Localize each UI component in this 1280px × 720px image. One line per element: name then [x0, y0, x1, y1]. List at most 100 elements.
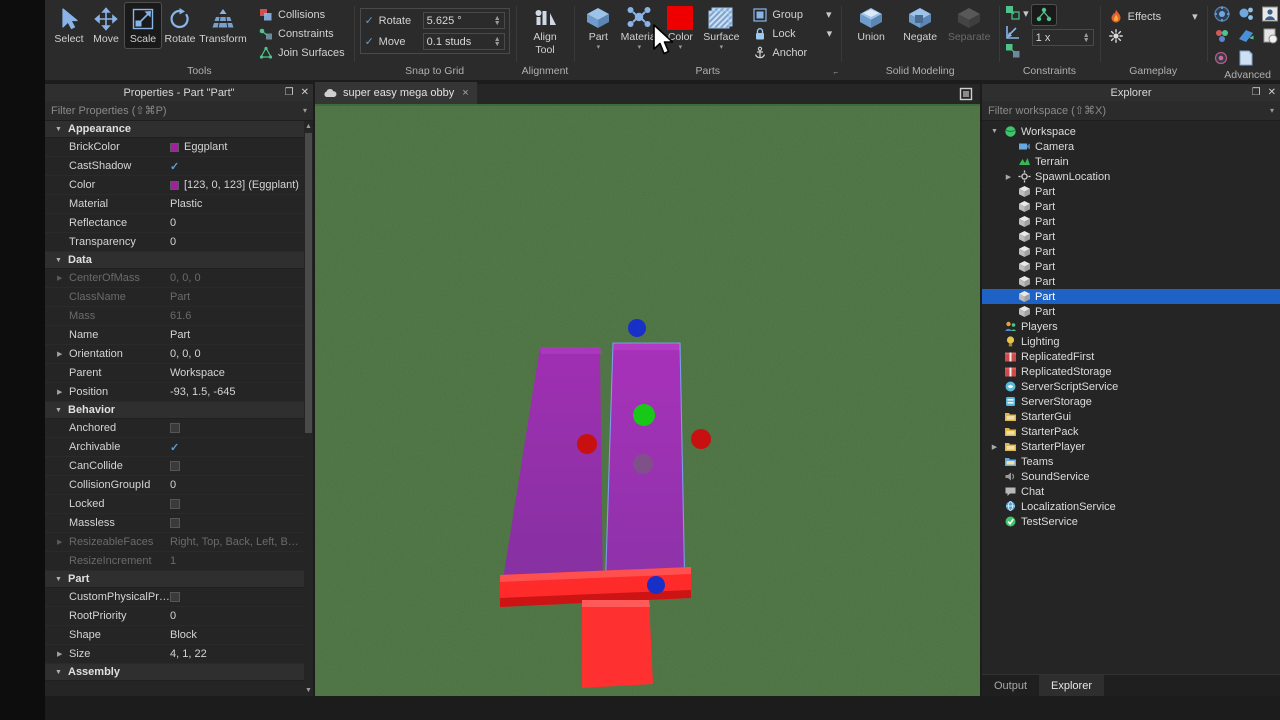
property-value[interactable] — [170, 518, 304, 528]
bottom-tab-explorer[interactable]: Explorer — [1039, 675, 1104, 696]
snap-move-input[interactable]: 0.1 studs ▲ ▼ — [422, 33, 505, 50]
property-value[interactable]: 0, 0, 0 — [170, 348, 304, 360]
explorer-node-camera[interactable]: Camera — [982, 139, 1280, 154]
union-button[interactable]: Union — [847, 3, 895, 46]
properties-scroll-thumb[interactable] — [305, 133, 312, 433]
property-value[interactable]: Block — [170, 629, 304, 641]
property-row[interactable]: ResizeIncrement 1 — [45, 552, 304, 571]
toolbox-icon[interactable] — [1261, 27, 1279, 45]
effects-dropdown-caret[interactable]: ▾ — [1192, 10, 1198, 23]
constraint-scale-input[interactable]: 1 x ▲ ▼ — [1031, 29, 1094, 46]
resize-handle-bottom-blue[interactable] — [647, 576, 665, 594]
property-row[interactable]: Material Plastic — [45, 195, 304, 214]
resize-handle-green[interactable] — [633, 404, 655, 426]
color-button[interactable]: Color ▾ — [662, 3, 698, 54]
anchor-button[interactable]: Anchor — [750, 43, 835, 62]
property-value[interactable]: Workspace — [170, 367, 304, 379]
property-category-data[interactable]: ▼ Data — [45, 252, 304, 269]
sparkle-button[interactable] — [1106, 26, 1201, 45]
snap-rotate-stepper[interactable]: ▲ ▼ — [494, 15, 501, 27]
property-value[interactable]: 1 — [170, 555, 304, 567]
settings-gear-icon[interactable] — [1213, 5, 1231, 23]
explorer-node-serverstorage[interactable]: ServerStorage — [982, 394, 1280, 409]
part-button[interactable]: Part ▾ — [580, 3, 616, 54]
separate-button[interactable]: Separate — [945, 3, 993, 46]
surface-dropdown-caret[interactable]: ▾ — [720, 44, 724, 51]
property-row[interactable]: Locked — [45, 495, 304, 514]
explorer-node-players[interactable]: Players — [982, 319, 1280, 334]
material-dropdown-caret[interactable]: ▾ — [638, 44, 642, 51]
category-collapse-arrow[interactable]: ▼ — [55, 407, 62, 414]
property-expand-arrow[interactable]: ▶ — [57, 274, 62, 282]
property-row[interactable]: Anchored — [45, 419, 304, 438]
explorer-dock-icon[interactable]: ❐ — [1252, 87, 1261, 98]
explorer-node-chat[interactable]: Chat — [982, 484, 1280, 499]
property-value[interactable] — [170, 423, 304, 433]
property-row[interactable]: Parent Workspace — [45, 364, 304, 383]
resize-handle-right-red[interactable] — [691, 429, 711, 449]
material-button[interactable]: Material ▾ — [617, 3, 661, 54]
parts-group-expander[interactable]: ⌐ — [833, 68, 838, 77]
property-value[interactable] — [170, 461, 304, 471]
transform-tool-button[interactable]: Transform — [199, 3, 247, 48]
snap-rotate-checkbox[interactable]: ✓ — [365, 14, 375, 27]
scale-tool-button[interactable]: Scale — [124, 2, 162, 49]
lock-button[interactable]: Lock ▾ — [750, 24, 835, 43]
red-platform-lower[interactable] — [582, 600, 653, 688]
property-value[interactable]: Part — [170, 329, 304, 341]
category-collapse-arrow[interactable]: ▼ — [55, 576, 62, 583]
property-expand-arrow[interactable]: ▶ — [57, 650, 62, 658]
constraints-dropdown-caret[interactable]: ▾ — [1023, 7, 1029, 20]
property-row[interactable]: ▶ ResizeableFaces Right, Top, Back, Left, … — [45, 533, 304, 552]
constraint-details-icon[interactable] — [1005, 5, 1021, 21]
plugin-icon[interactable] — [1213, 27, 1231, 45]
explorer-node-teams[interactable]: Teams — [982, 454, 1280, 469]
category-collapse-arrow[interactable]: ▼ — [55, 257, 62, 264]
explorer-node-spawnlocation[interactable]: ▶ SpawnLocation — [982, 169, 1280, 184]
explorer-node-part[interactable]: Part — [982, 259, 1280, 274]
property-value[interactable] — [170, 592, 304, 602]
explorer-node-replicatedfirst[interactable]: ReplicatedFirst — [982, 349, 1280, 364]
property-row[interactable]: ▶ Size 4, 1, 22 — [45, 645, 304, 664]
property-checkbox-checked[interactable]: ✓ — [170, 160, 179, 173]
explorer-node-terrain[interactable]: Terrain — [982, 154, 1280, 169]
bottom-tab-output[interactable]: Output — [982, 675, 1039, 696]
property-row[interactable]: Transparency 0 — [45, 233, 304, 252]
property-value[interactable]: ✓ — [170, 441, 304, 454]
property-row[interactable]: CustomPhysicalPro… — [45, 588, 304, 607]
surface-button[interactable]: Surface ▾ — [699, 3, 743, 54]
properties-scrollbar[interactable]: ▲ ▼ — [304, 121, 313, 696]
explorer-node-part[interactable]: Part — [982, 214, 1280, 229]
property-value[interactable]: Eggplant — [170, 141, 304, 153]
category-collapse-arrow[interactable]: ▼ — [55, 126, 62, 133]
resize-handle-left-red[interactable] — [577, 434, 597, 454]
property-value[interactable]: 0 — [170, 217, 304, 229]
properties-filter-caret[interactable]: ▾ — [303, 106, 307, 115]
property-row[interactable]: Mass 61.6 — [45, 307, 304, 326]
properties-dock-icon[interactable]: ❐ — [285, 87, 294, 98]
viewport-3d-scene[interactable]: Top — [315, 106, 980, 696]
property-expand-arrow[interactable]: ▶ — [57, 350, 62, 358]
place-tab[interactable]: super easy mega obby × — [315, 82, 477, 104]
category-collapse-arrow[interactable]: ▼ — [55, 669, 62, 676]
explorer-node-workspace[interactable]: ▼ Workspace — [982, 124, 1280, 139]
explorer-node-starterplayer[interactable]: ▶ StarterPlayer — [982, 439, 1280, 454]
property-row[interactable]: Shape Block — [45, 626, 304, 645]
property-value[interactable] — [170, 499, 304, 509]
property-row[interactable]: Reflectance 0 — [45, 214, 304, 233]
property-value[interactable]: Part — [170, 291, 304, 303]
property-row[interactable]: ▶ Orientation 0, 0, 0 — [45, 345, 304, 364]
property-value[interactable]: Plastic — [170, 198, 304, 210]
properties-scroll-up[interactable]: ▲ — [304, 121, 313, 132]
snap-move-stepper[interactable]: ▲ ▼ — [494, 36, 501, 48]
properties-filter-input[interactable]: Filter Properties (⇧⌘P) ▾ — [45, 101, 313, 121]
property-value[interactable]: 61.6 — [170, 310, 304, 322]
rotate-tool-button[interactable]: Rotate — [162, 3, 198, 48]
property-value[interactable]: [123, 0, 123] (Eggplant) — [170, 179, 304, 191]
explorer-expand-arrow[interactable]: ▶ — [990, 443, 999, 451]
explorer-node-serverscriptservice[interactable]: ServerScriptService — [982, 379, 1280, 394]
explorer-close-icon[interactable]: ✕ — [1268, 87, 1276, 98]
model-icon[interactable] — [1237, 5, 1255, 23]
property-category-appearance[interactable]: ▼ Appearance — [45, 121, 304, 138]
explorer-filter-caret[interactable]: ▾ — [1270, 106, 1274, 115]
